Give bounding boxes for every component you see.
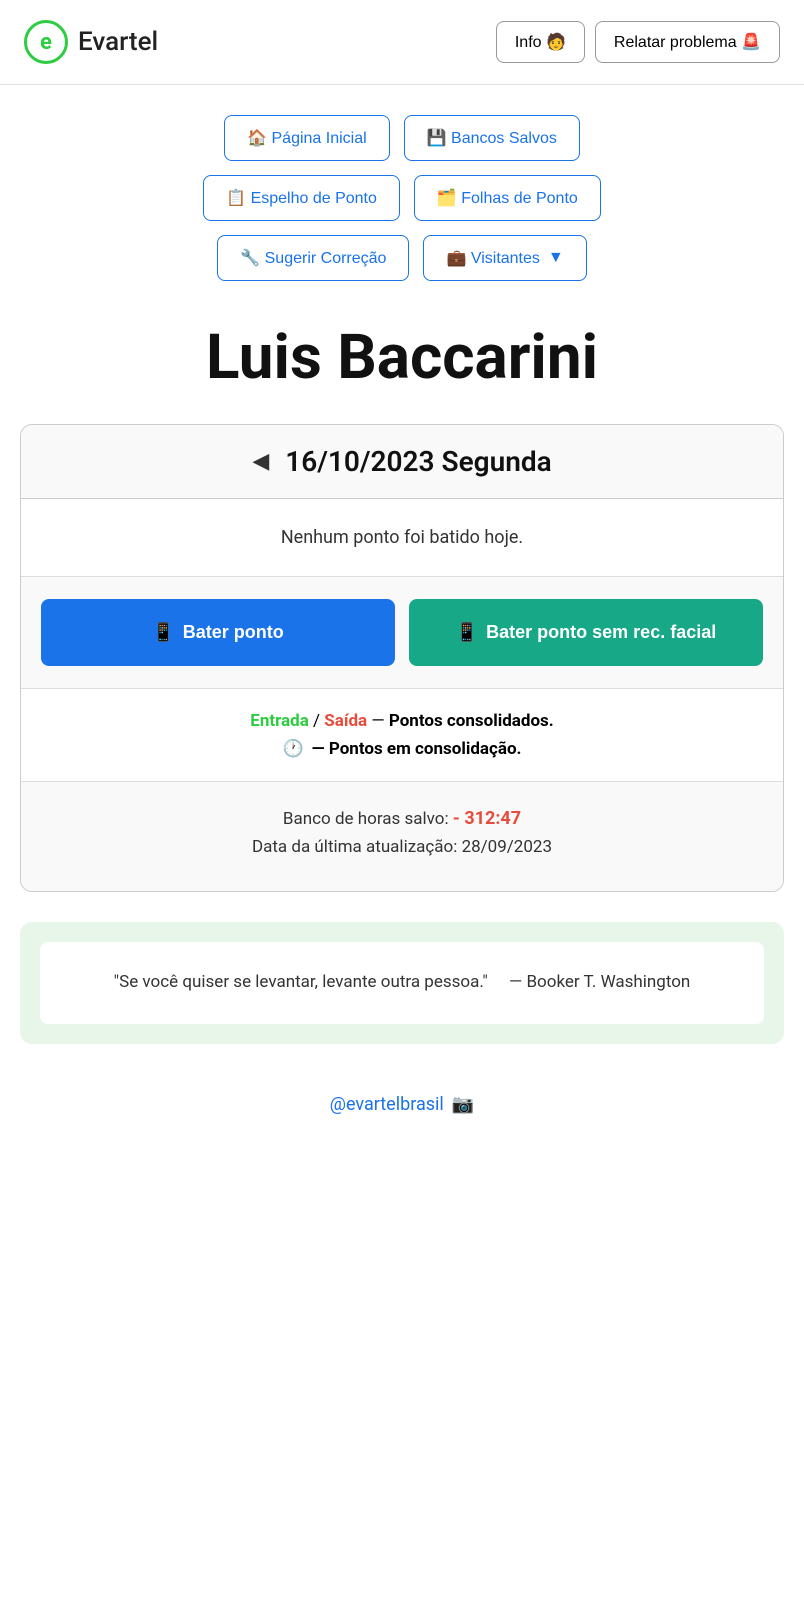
bancos-salvos-button[interactable]: 💾 Bancos Salvos	[404, 115, 580, 161]
logo-letter: e	[40, 30, 52, 55]
user-name-section: Luis Baccarini	[0, 301, 804, 424]
date-header: ◀ 16/10/2023 Segunda	[21, 425, 783, 499]
sugerir-correcao-button[interactable]: 🔧 Sugerir Correção	[217, 235, 409, 281]
app-name: Evartel	[78, 27, 158, 57]
atualizacao-value: 28/09/2023	[462, 837, 552, 857]
entrada-text: Entrada	[250, 711, 309, 731]
legend-line-1: Entrada / Saída — Pontos consolidados.	[41, 711, 763, 731]
hours-info: Banco de horas salvo: - 312:47 Data da ú…	[21, 782, 783, 891]
logo-area: e Evartel	[24, 20, 158, 64]
banco-label: Banco de horas salvo:	[283, 809, 453, 829]
instagram-icon: 📷	[452, 1094, 474, 1115]
date-text: 16/10/2023 Segunda	[285, 445, 551, 478]
folhas-ponto-button[interactable]: 🗂️ Folhas de Ponto	[414, 175, 601, 221]
espelho-ponto-button[interactable]: 📋 Espelho de Ponto	[203, 175, 400, 221]
nav-row-2: 📋 Espelho de Ponto 🗂️ Folhas de Ponto	[203, 175, 601, 221]
banco-horas-line: Banco de horas salvo: - 312:47	[41, 808, 763, 829]
quote-content: "Se você quiser se levantar, levante out…	[114, 972, 488, 992]
clock-icon: 🕐	[283, 739, 304, 759]
atualizacao-label: Data da última atualização:	[252, 837, 462, 857]
legend-section: Entrada / Saída — Pontos consolidados. 🕐…	[21, 689, 783, 782]
quote-author: — Booker T. Washington	[509, 972, 690, 992]
user-name: Luis Baccarini	[20, 321, 784, 394]
action-buttons: 📱 Bater ponto 📱 Bater ponto sem rec. fac…	[21, 577, 783, 689]
no-punch-message: Nenhum ponto foi batido hoje.	[21, 499, 783, 577]
legend-line-2: 🕐 — Pontos em consolidação.	[41, 739, 763, 759]
visitantes-arrow-icon: ▼	[548, 249, 564, 267]
nav-section: 🏠 Página Inicial 💾 Bancos Salvos 📋 Espel…	[0, 85, 804, 301]
bater-ponto-button[interactable]: 📱 Bater ponto	[41, 599, 395, 666]
quote-box: "Se você quiser se levantar, levante out…	[40, 942, 764, 1024]
main-card: ◀ 16/10/2023 Segunda Nenhum ponto foi ba…	[20, 424, 784, 892]
instagram-handle: @evartelbrasil	[330, 1094, 444, 1115]
footer: @evartelbrasil 📷	[0, 1074, 804, 1135]
visitantes-button[interactable]: 💼 Visitantes ▼	[423, 235, 586, 281]
header-buttons: Info 🧑 Relatar problema 🚨	[496, 21, 780, 63]
bater-ponto-sem-button[interactable]: 📱 Bater ponto sem rec. facial	[409, 599, 763, 666]
instagram-link[interactable]: @evartelbrasil 📷	[20, 1094, 784, 1115]
logo-icon: e	[24, 20, 68, 64]
legend-dash: —	[371, 711, 389, 731]
banco-value: - 312:47	[453, 808, 521, 829]
saida-text: Saída	[324, 711, 367, 731]
nav-row-3: 🔧 Sugerir Correção 💼 Visitantes ▼	[217, 235, 587, 281]
prev-date-button[interactable]: ◀	[252, 449, 269, 474]
bater-ponto-icon: 📱	[152, 622, 174, 643]
consolidated-text: Pontos consolidados.	[389, 711, 554, 731]
nav-row-1: 🏠 Página Inicial 💾 Bancos Salvos	[224, 115, 580, 161]
quote-text: "Se você quiser se levantar, levante out…	[64, 970, 740, 996]
bater-ponto-label: Bater ponto	[183, 622, 284, 643]
atualizacao-line: Data da última atualização: 28/09/2023	[41, 837, 763, 857]
visitantes-label: 💼 Visitantes	[446, 248, 539, 268]
slash-separator: /	[313, 711, 324, 731]
info-button[interactable]: Info 🧑	[496, 21, 585, 63]
consolidating-text: — Pontos em consolidação.	[312, 739, 522, 759]
quote-section: "Se você quiser se levantar, levante out…	[20, 922, 784, 1044]
bater-sem-label: Bater ponto sem rec. facial	[486, 621, 716, 644]
header: e Evartel Info 🧑 Relatar problema 🚨	[0, 0, 804, 85]
pagina-inicial-button[interactable]: 🏠 Página Inicial	[224, 115, 390, 161]
report-button[interactable]: Relatar problema 🚨	[595, 21, 780, 63]
bater-sem-icon: 📱	[456, 621, 478, 644]
